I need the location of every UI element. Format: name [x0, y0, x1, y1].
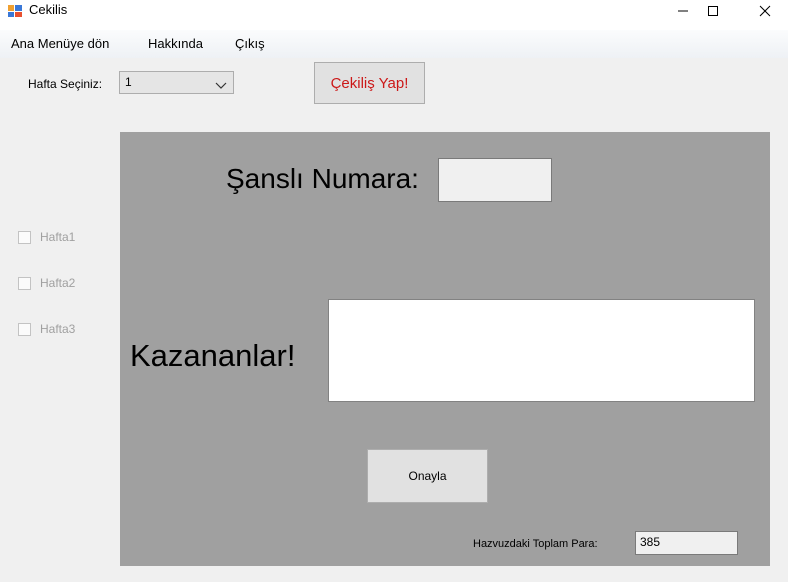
- close-icon: [759, 5, 771, 17]
- lucky-number-label: Şanslı Numara:: [226, 163, 419, 194]
- window-title: Cekilis: [29, 2, 68, 17]
- title-bar[interactable]: Cekilis: [0, 0, 788, 30]
- menu-item-main-menu[interactable]: Ana Menüye dön: [11, 36, 109, 52]
- checkbox-hafta1[interactable]: Hafta1: [18, 229, 75, 245]
- draw-panel: Şanslı Numara: Kazananlar! Onayla Hazvuz…: [120, 132, 770, 566]
- maximize-icon: [708, 6, 718, 16]
- checkbox-box[interactable]: [18, 276, 31, 290]
- lucky-number-field[interactable]: [438, 158, 552, 202]
- maximize-button[interactable]: [690, 0, 736, 22]
- total-money-label: Hazvuzdaki Toplam Para:: [473, 538, 598, 550]
- checkbox-label: Hafta1: [40, 230, 76, 244]
- menu-item-exit[interactable]: Çıkış: [235, 36, 265, 52]
- minimize-icon: [678, 10, 688, 12]
- confirm-button[interactable]: Onayla: [367, 449, 488, 503]
- week-select[interactable]: 1: [119, 71, 234, 94]
- total-money-field[interactable]: 385: [635, 531, 738, 555]
- checkbox-box[interactable]: [18, 322, 31, 336]
- close-button[interactable]: [742, 0, 788, 22]
- winners-textbox[interactable]: [328, 299, 755, 402]
- checkbox-label: Hafta3: [40, 322, 76, 336]
- week-select-label: Hafta Seçiniz:: [28, 77, 103, 91]
- chevron-down-icon: [215, 77, 227, 89]
- checkbox-hafta3[interactable]: Hafta3: [18, 321, 75, 337]
- checkbox-label: Hafta2: [40, 276, 76, 290]
- checkbox-hafta2[interactable]: Hafta2: [18, 275, 75, 291]
- menu-item-about[interactable]: Hakkında: [148, 36, 203, 52]
- week-select-value: 1: [125, 75, 132, 89]
- menu-bar: Ana Menüye dön Hakkında Çıkış: [0, 30, 788, 58]
- winners-label: Kazananlar!: [130, 338, 296, 373]
- app-icon: [7, 3, 23, 19]
- draw-button[interactable]: Çekiliş Yap!: [314, 62, 425, 104]
- checkbox-box[interactable]: [18, 230, 31, 244]
